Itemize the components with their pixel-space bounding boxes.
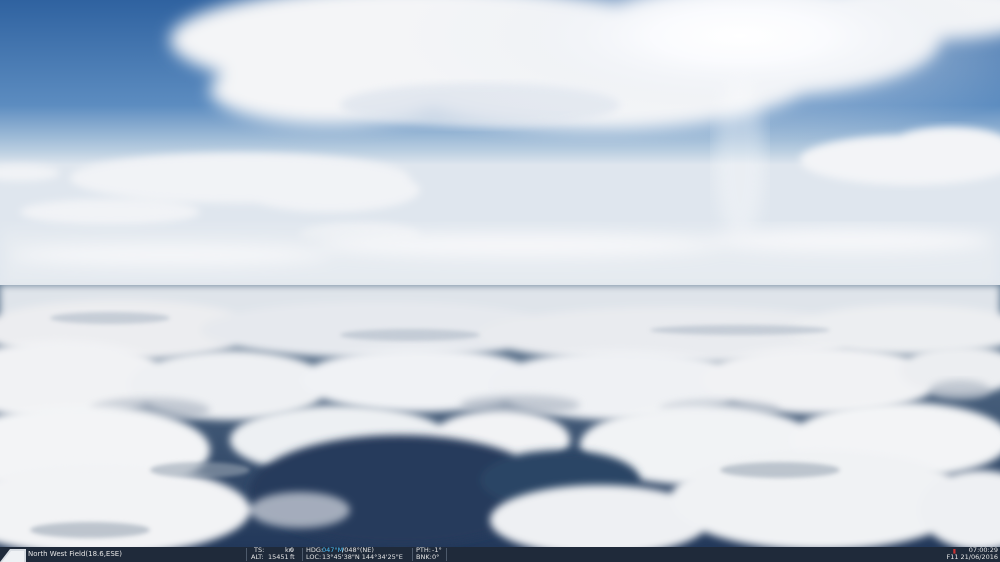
separator	[412, 548, 413, 561]
status-bar: North West Field(18.6,ESE) TS: 0 kn ALT:…	[0, 547, 1000, 562]
alt-unit: ft	[290, 553, 295, 561]
bnk-label: BNK:	[416, 553, 432, 561]
alt-value: 15451	[268, 553, 289, 561]
sim-logo-icon	[0, 549, 26, 562]
separator	[302, 548, 303, 561]
separator	[246, 548, 247, 561]
loc-label: LOC:	[306, 553, 322, 561]
clock-date: F11 21/06/2016	[946, 553, 998, 561]
separator	[446, 548, 447, 561]
sky-clouds-scene	[0, 0, 1000, 547]
flight-view	[0, 0, 1000, 547]
bnk-value: 0°	[432, 553, 440, 561]
location-label: North West Field(18.6,ESE)	[28, 550, 122, 558]
alt-label: ALT:	[251, 553, 264, 561]
loc-value: 13°45'38"N 144°34'25"E	[322, 553, 403, 561]
